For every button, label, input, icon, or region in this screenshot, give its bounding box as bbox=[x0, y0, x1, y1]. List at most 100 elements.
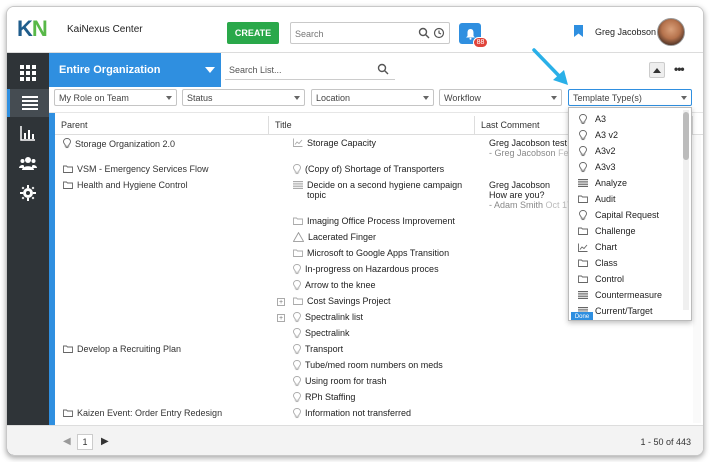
title-cell[interactable]: Lacerated Finger bbox=[292, 231, 473, 244]
bulb-icon bbox=[577, 129, 589, 141]
last-comment-cell[interactable]: Greg Jacobson How are you? - Adam Smith Oc… bbox=[489, 180, 572, 210]
organization-selector[interactable]: Entire Organization bbox=[49, 53, 221, 87]
template-type-option[interactable]: Capital Request bbox=[577, 207, 659, 223]
folder-light-icon bbox=[293, 249, 303, 259]
nav-apps[interactable] bbox=[7, 59, 49, 87]
comment-text: Greg Jacobson bbox=[489, 180, 551, 190]
parent-cell[interactable]: Health and Hygiene Control bbox=[63, 180, 188, 191]
template-type-option[interactable]: Audit bbox=[577, 191, 616, 207]
comment-text: How are you? bbox=[489, 190, 545, 200]
title-label: Decide on a second hygiene campaign topi… bbox=[307, 180, 463, 200]
title-label: Lacerated Finger bbox=[308, 232, 377, 242]
last-comment-cell[interactable]: Greg Jacobson test - Greg Jacobson Feb bbox=[489, 138, 574, 158]
title-cell[interactable]: Transport bbox=[293, 344, 473, 357]
template-type-option[interactable]: A3v2 bbox=[577, 143, 616, 159]
title-cell[interactable]: Information not transferred bbox=[293, 408, 473, 421]
nav-list[interactable] bbox=[7, 89, 49, 117]
filter-label: Location bbox=[316, 93, 351, 103]
parent-cell[interactable]: Kaizen Event: Order Entry Redesign bbox=[63, 408, 222, 419]
nav-settings[interactable] bbox=[7, 179, 49, 207]
template-type-option[interactable]: Countermeasure bbox=[577, 287, 662, 303]
filter-template-types[interactable]: Template Type(s) bbox=[568, 89, 692, 106]
bulb-light-icon bbox=[293, 280, 301, 293]
chevron-down-icon bbox=[294, 96, 300, 100]
parent-label: Health and Hygiene Control bbox=[77, 180, 188, 190]
dropdown-scroll-thumb[interactable] bbox=[683, 112, 689, 160]
chart-icon bbox=[20, 126, 35, 141]
title-cell[interactable]: Using room for trash bbox=[293, 376, 473, 389]
nav-people[interactable] bbox=[7, 149, 49, 177]
chevron-down-icon bbox=[551, 96, 557, 100]
expand-row-icon[interactable]: + bbox=[277, 314, 285, 322]
search-icon[interactable] bbox=[377, 63, 389, 75]
template-type-option[interactable]: A3v3 bbox=[577, 159, 616, 175]
title-cell[interactable]: (Copy of) Shortage of Transporters bbox=[293, 164, 473, 177]
title-cell[interactable]: Cost Savings Project bbox=[293, 296, 473, 307]
search-placeholder: Search bbox=[295, 29, 324, 39]
collapse-button[interactable] bbox=[649, 62, 665, 78]
option-label: Chart bbox=[595, 242, 618, 252]
title-label: In-progress on Hazardous proces bbox=[305, 264, 439, 274]
title-label: Using room for trash bbox=[305, 376, 387, 386]
filter-location[interactable]: Location bbox=[311, 89, 434, 106]
search-icon[interactable] bbox=[418, 27, 430, 39]
nav-charts[interactable] bbox=[7, 119, 49, 147]
parent-cell[interactable]: VSM - Emergency Services Flow bbox=[63, 164, 209, 175]
folder-icon bbox=[577, 227, 589, 235]
filter-my-role[interactable]: My Role on Team bbox=[54, 89, 177, 106]
page-number-input[interactable]: 1 bbox=[77, 434, 93, 450]
title-cell[interactable]: Spectralink list bbox=[293, 312, 473, 325]
title-cell[interactable]: Microsoft to Google Apps Transition bbox=[293, 248, 473, 259]
title-cell[interactable]: Arrow to the knee bbox=[293, 280, 473, 293]
history-icon[interactable] bbox=[433, 27, 445, 39]
next-page-button[interactable]: ▶ bbox=[101, 436, 109, 447]
title-cell[interactable]: Decide on a second hygiene campaign topi… bbox=[293, 180, 473, 200]
arrow-annotation-icon bbox=[532, 48, 568, 85]
more-options-button[interactable]: ••• bbox=[674, 62, 685, 76]
column-header-parent[interactable]: Parent bbox=[55, 116, 269, 134]
parent-cell[interactable]: Develop a Recruiting Plan bbox=[63, 344, 181, 355]
table-scrollbar[interactable] bbox=[693, 135, 701, 423]
done-button[interactable]: Done bbox=[571, 312, 593, 320]
title-label: Tube/med room numbers on meds bbox=[305, 360, 443, 370]
global-search-input[interactable]: Search bbox=[290, 22, 450, 44]
user-name[interactable]: Greg Jacobson bbox=[595, 27, 656, 37]
title-cell[interactable]: Spectralink bbox=[293, 328, 473, 341]
title-cell[interactable]: Storage Capacity bbox=[293, 138, 473, 149]
create-button[interactable]: CREATE bbox=[227, 22, 279, 44]
title-cell[interactable]: Tube/med room numbers on meds bbox=[293, 360, 473, 373]
user-avatar[interactable] bbox=[657, 18, 685, 46]
option-label: Audit bbox=[595, 194, 616, 204]
bookmark-icon[interactable] bbox=[574, 25, 583, 37]
notification-count-badge: 88 bbox=[473, 37, 488, 48]
title-cell[interactable]: Imaging Office Process Improvement bbox=[293, 216, 473, 227]
title-cell[interactable]: RPh Staffing bbox=[293, 392, 473, 405]
template-type-option[interactable]: Chart bbox=[577, 239, 617, 255]
title-cell[interactable]: In-progress on Hazardous proces bbox=[293, 264, 473, 277]
expand-row-icon[interactable]: + bbox=[277, 298, 285, 306]
template-type-option[interactable]: Class bbox=[577, 255, 618, 271]
filter-status[interactable]: Status bbox=[182, 89, 305, 106]
prev-page-button[interactable]: ◀ bbox=[63, 436, 71, 447]
parent-cell[interactable]: Storage Organization 2.0 bbox=[63, 138, 175, 151]
bulb-icon bbox=[577, 145, 589, 157]
template-type-option[interactable]: Control bbox=[577, 271, 624, 287]
parent-label: Develop a Recruiting Plan bbox=[77, 344, 182, 354]
folder-icon bbox=[63, 165, 73, 175]
bulb-light-icon bbox=[293, 264, 301, 277]
gear-icon bbox=[20, 185, 36, 201]
option-label: A3v2 bbox=[595, 146, 616, 156]
kainexus-logo[interactable]: KN bbox=[17, 17, 48, 41]
template-type-option[interactable]: Challenge bbox=[577, 223, 636, 239]
template-type-option[interactable]: Analyze bbox=[577, 175, 627, 191]
template-type-option[interactable]: A3 bbox=[577, 111, 606, 127]
bulb-light-icon bbox=[293, 360, 301, 373]
list-search-input[interactable]: Search List... bbox=[225, 60, 395, 80]
result-range: 1 - 50 of 443 bbox=[640, 437, 691, 447]
people-icon bbox=[19, 157, 37, 170]
option-label: A3 bbox=[595, 114, 607, 124]
filter-workflow[interactable]: Workflow bbox=[439, 89, 562, 106]
list-accent-bar bbox=[49, 113, 55, 425]
template-type-option[interactable]: A3 v2 bbox=[577, 127, 618, 143]
column-header-title[interactable]: Title bbox=[269, 116, 475, 134]
